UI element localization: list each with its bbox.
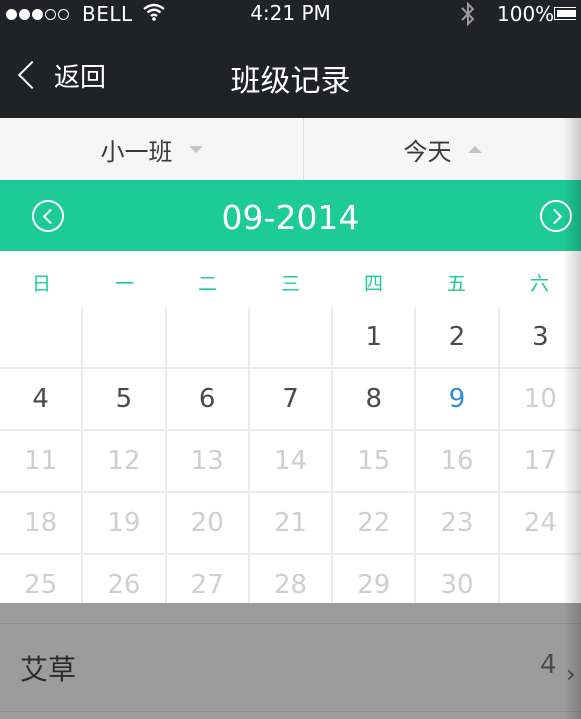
battery-icon (554, 7, 576, 20)
calendar-day-today[interactable]: 9 (416, 369, 498, 429)
calendar-empty-cell (83, 307, 165, 367)
calendar-day[interactable]: 15 (333, 431, 415, 491)
weekday-thu: 四 (363, 273, 383, 295)
status-time: 4:21 PM (250, 1, 331, 25)
weekday-mon: 一 (114, 273, 134, 295)
calendar-empty-cell (249, 307, 332, 367)
calendar-day[interactable]: 3 (499, 307, 581, 367)
calendar-day[interactable]: 4 (0, 369, 82, 429)
bluetooth-icon (461, 1, 475, 27)
battery-percentage: 100% (497, 2, 555, 26)
calendar-day[interactable]: 21 (249, 493, 332, 553)
class-selector[interactable]: 小一班 (0, 118, 303, 180)
divider (0, 711, 581, 712)
calendar-day[interactable]: 13 (166, 431, 248, 491)
calendar-day[interactable]: 7 (249, 369, 332, 429)
calendar-grid: 1 2 3 4 5 6 7 8 9 10 11 12 13 14 15 16 17 18 19 20 21 22 23 24 2… (0, 307, 581, 615)
calendar-day[interactable]: 18 (0, 493, 82, 553)
calendar-day[interactable]: 22 (333, 493, 415, 553)
list-item-count: 4 (540, 650, 557, 680)
month-bar: 09-2014 (0, 180, 581, 251)
list-item-name: 艾草 (20, 653, 77, 686)
calendar-day[interactable]: 5 (83, 369, 165, 429)
calendar-day[interactable]: 19 (83, 493, 165, 553)
status-bar: BELL 4:21 PM 100% (0, 0, 581, 30)
range-selector[interactable]: 今天 (304, 118, 581, 180)
calendar-day[interactable]: 17 (499, 431, 581, 491)
weekday-sun: 日 (31, 273, 51, 295)
page-title: 班级记录 (230, 64, 351, 99)
calendar-day[interactable]: 20 (166, 493, 248, 553)
weekday-tue: 二 (197, 273, 217, 295)
range-selector-label: 今天 (403, 137, 452, 166)
chevron-right-icon: › (566, 660, 576, 688)
list-item[interactable]: 艾草 4 › (0, 624, 581, 710)
calendar-day[interactable]: 10 (499, 369, 581, 429)
calendar-day[interactable]: 1 (333, 307, 415, 367)
calendar-day[interactable]: 11 (0, 431, 82, 491)
caret-down-icon (188, 145, 203, 153)
calendar-empty-cell (166, 307, 248, 367)
weekday-wed: 三 (280, 273, 300, 295)
next-month-button[interactable] (540, 200, 572, 232)
calendar-day[interactable]: 8 (333, 369, 415, 429)
calendar-day[interactable]: 14 (249, 431, 332, 491)
caret-up-icon (467, 145, 482, 153)
record-list: 艾草 4 › (0, 603, 581, 719)
calendar-day[interactable]: 12 (83, 431, 165, 491)
calendar-day[interactable]: 6 (166, 369, 248, 429)
calendar-day[interactable]: 2 (416, 307, 498, 367)
weekday-fri: 五 (446, 273, 466, 295)
filter-bar: 小一班 今天 (0, 118, 581, 181)
weekday-sat: 六 (529, 273, 549, 295)
month-label: 09-2014 (221, 198, 360, 237)
class-selector-label: 小一班 (100, 137, 173, 166)
circle-chevron-right-icon (546, 208, 563, 225)
top-bar: BELL 4:21 PM 100% 返回 班级记录 (0, 0, 581, 118)
calendar-day[interactable]: 23 (416, 493, 498, 553)
calendar-day[interactable]: 24 (499, 493, 581, 553)
weekday-header: 日 一 二 三 四 五 六 (0, 251, 581, 307)
calendar-empty-cell (0, 307, 82, 367)
calendar-day[interactable]: 16 (416, 431, 498, 491)
